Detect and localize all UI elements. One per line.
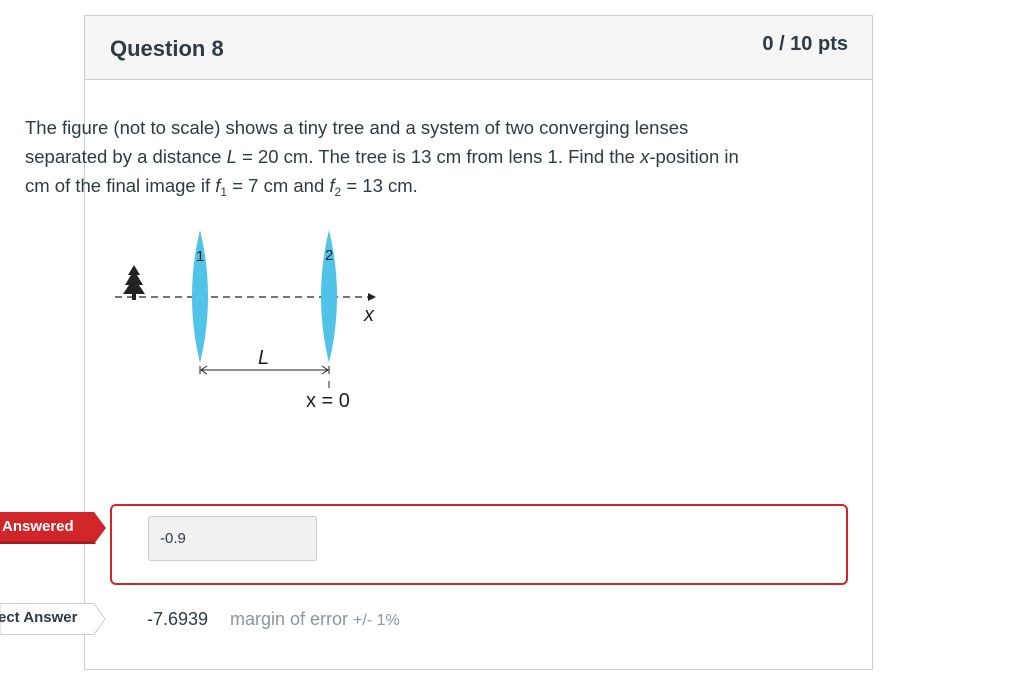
- question-title: Question 8: [110, 36, 224, 61]
- origin-label: x = 0: [306, 390, 350, 412]
- correct-answer-value: -7.6939: [147, 609, 209, 629]
- question-text-part: = 20 cm. The tree is 13 cm from lens 1. …: [236, 146, 641, 167]
- correct-answer-flag: ect Answer: [0, 603, 106, 635]
- lens-1-label: 1: [196, 248, 204, 265]
- answer-field[interactable]: -0.9: [148, 516, 317, 561]
- question-text-part: = 7 cm and: [227, 175, 330, 196]
- question-points: 0 / 10 pts: [762, 33, 848, 55]
- variable-L: L: [226, 146, 237, 167]
- answered-flag: Answered: [0, 512, 106, 544]
- lens-system-figure: 1 2 x L x = 0: [115, 230, 376, 412]
- margin-value: +/- 1%: [353, 612, 400, 629]
- margin-label: margin of error: [230, 609, 354, 629]
- question-text: The figure (not to scale) shows a tiny t…: [25, 113, 765, 200]
- question-header: Question 8 0 / 10 pts: [85, 16, 872, 80]
- variable-x: x: [640, 146, 650, 167]
- quiz-results-page: Question 8 0 / 10 pts The figure (not to…: [0, 0, 1024, 694]
- correct-flag-label: ect Answer: [0, 609, 78, 626]
- margin-of-error: margin of error +/- 1%: [230, 609, 400, 630]
- tree-icon: [123, 265, 145, 300]
- lens-2-label: 2: [325, 247, 333, 264]
- distance-label: L: [258, 347, 269, 369]
- axis-arrowhead: [368, 293, 376, 301]
- question-text-part: = 13 cm.: [341, 175, 418, 196]
- axis-label: x: [363, 304, 375, 326]
- answered-flag-label: Answered: [2, 518, 74, 535]
